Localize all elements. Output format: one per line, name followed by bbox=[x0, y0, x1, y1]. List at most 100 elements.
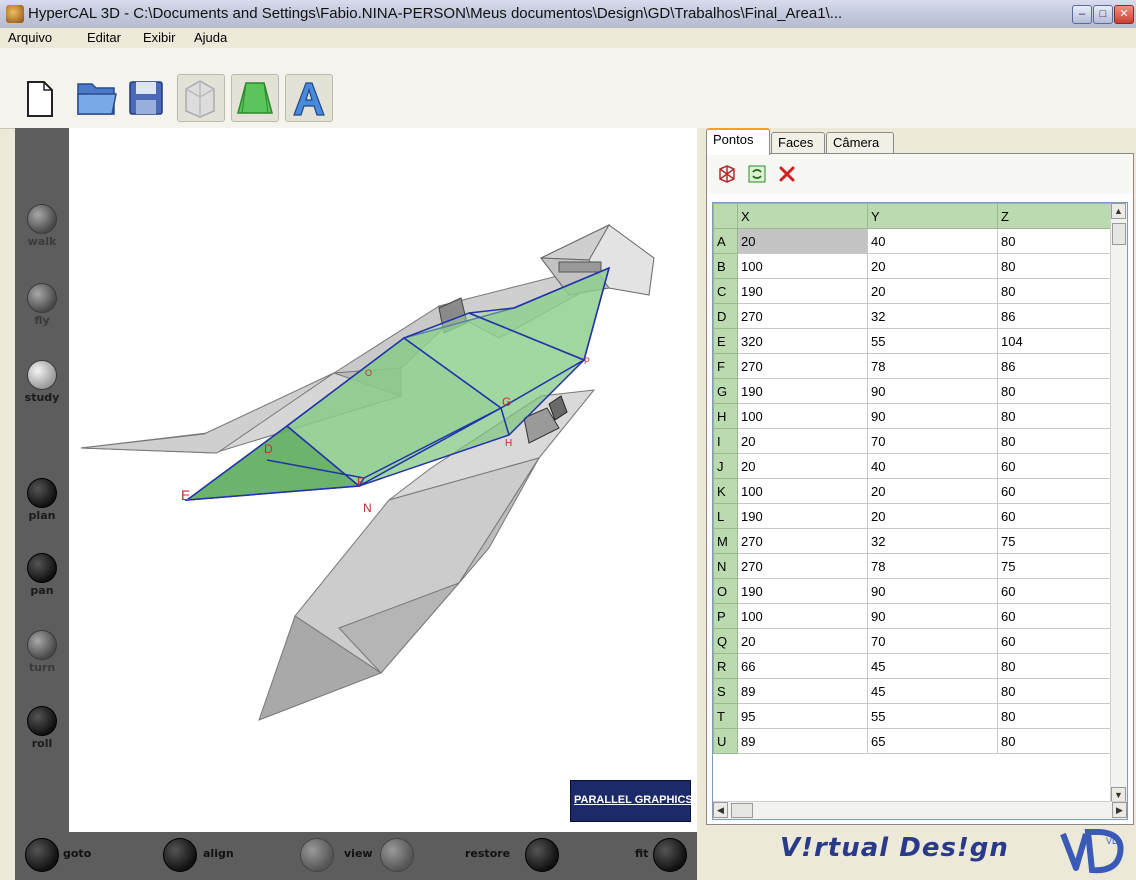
new-file-button[interactable] bbox=[20, 74, 66, 120]
table-row[interactable]: S 89 45 80 bbox=[713, 678, 1111, 704]
row-header[interactable]: I bbox=[713, 428, 738, 454]
horizontal-scrollbar[interactable]: ◀ ▶ bbox=[713, 801, 1127, 819]
menu-exibir[interactable]: Exibir bbox=[143, 30, 176, 45]
table-row[interactable]: E 320 55 104 bbox=[713, 328, 1111, 354]
cell-x[interactable]: 270 bbox=[737, 303, 868, 329]
cell-x[interactable]: 190 bbox=[737, 578, 868, 604]
row-header[interactable]: K bbox=[713, 478, 738, 504]
cell-y[interactable]: 45 bbox=[867, 653, 998, 679]
cell-y[interactable]: 55 bbox=[867, 328, 998, 354]
fly-button[interactable]: fly bbox=[15, 283, 69, 327]
cell-y[interactable]: 90 bbox=[867, 603, 998, 629]
cell-z[interactable]: 104 bbox=[997, 328, 1111, 354]
cell-y[interactable]: 70 bbox=[867, 628, 998, 654]
cell-x[interactable]: 270 bbox=[737, 353, 868, 379]
table-row[interactable]: O 190 90 60 bbox=[713, 578, 1111, 604]
cell-y[interactable]: 70 bbox=[867, 428, 998, 454]
roll-button[interactable]: roll bbox=[15, 706, 69, 750]
view-text-button[interactable] bbox=[285, 74, 333, 122]
cell-z[interactable]: 80 bbox=[997, 428, 1111, 454]
cell-y[interactable]: 20 bbox=[867, 278, 998, 304]
cell-y[interactable]: 20 bbox=[867, 503, 998, 529]
row-header[interactable]: E bbox=[713, 328, 738, 354]
cell-x[interactable]: 100 bbox=[737, 478, 868, 504]
view-solid-button[interactable] bbox=[231, 74, 279, 122]
menu-editar[interactable]: Editar bbox=[87, 30, 121, 45]
row-header[interactable]: H bbox=[713, 403, 738, 429]
scroll-up-icon[interactable]: ▲ bbox=[1111, 203, 1126, 219]
cell-x[interactable]: 95 bbox=[737, 703, 868, 729]
column-header-x[interactable]: X bbox=[737, 203, 868, 229]
view-button[interactable]: view bbox=[300, 838, 415, 872]
cell-z[interactable]: 86 bbox=[997, 353, 1111, 379]
cell-z[interactable]: 80 bbox=[997, 278, 1111, 304]
save-file-button[interactable] bbox=[124, 74, 170, 120]
cell-y[interactable]: 90 bbox=[867, 578, 998, 604]
minimize-button[interactable]: – bbox=[1072, 5, 1092, 24]
cell-z[interactable]: 60 bbox=[997, 503, 1111, 529]
cell-z[interactable]: 80 bbox=[997, 403, 1111, 429]
cell-x[interactable]: 100 bbox=[737, 603, 868, 629]
hscroll-thumb[interactable] bbox=[731, 803, 753, 818]
cell-x[interactable]: 66 bbox=[737, 653, 868, 679]
cell-x[interactable]: 20 bbox=[737, 628, 868, 654]
row-header[interactable]: U bbox=[713, 728, 738, 754]
row-header[interactable]: G bbox=[713, 378, 738, 404]
column-header-y[interactable]: Y bbox=[867, 203, 998, 229]
cell-y[interactable]: 40 bbox=[867, 453, 998, 479]
cell-y[interactable]: 65 bbox=[867, 728, 998, 754]
table-row[interactable]: Q 20 70 60 bbox=[713, 628, 1111, 654]
table-row[interactable]: M 270 32 75 bbox=[713, 528, 1111, 554]
table-row[interactable]: D 270 32 86 bbox=[713, 303, 1111, 329]
cell-z[interactable]: 75 bbox=[997, 553, 1111, 579]
cell-x[interactable]: 320 bbox=[737, 328, 868, 354]
cell-z[interactable]: 60 bbox=[997, 578, 1111, 604]
column-header-z[interactable]: Z bbox=[997, 203, 1111, 229]
cell-z[interactable]: 80 bbox=[997, 728, 1111, 754]
cell-x[interactable]: 190 bbox=[737, 503, 868, 529]
table-row[interactable]: F 270 78 86 bbox=[713, 353, 1111, 379]
table-row[interactable]: J 20 40 60 bbox=[713, 453, 1111, 479]
table-row[interactable]: N 270 78 75 bbox=[713, 553, 1111, 579]
menu-arquivo[interactable]: Arquivo bbox=[8, 30, 52, 45]
fit-button[interactable]: fit bbox=[635, 838, 695, 872]
cell-z[interactable]: 75 bbox=[997, 528, 1111, 554]
cell-y[interactable]: 90 bbox=[867, 378, 998, 404]
row-header[interactable]: F bbox=[713, 353, 738, 379]
cell-x[interactable]: 100 bbox=[737, 253, 868, 279]
cell-x[interactable]: 20 bbox=[737, 228, 868, 254]
scroll-thumb[interactable] bbox=[1112, 223, 1126, 245]
cell-z[interactable]: 80 bbox=[997, 653, 1111, 679]
goto-button[interactable]: goto bbox=[25, 838, 105, 872]
restore-button[interactable]: restore bbox=[465, 838, 560, 872]
maximize-button[interactable]: □ bbox=[1093, 5, 1113, 24]
close-button[interactable]: ✕ bbox=[1114, 5, 1134, 24]
refresh-button[interactable] bbox=[747, 164, 767, 184]
turn-button[interactable]: turn bbox=[15, 630, 69, 674]
cell-y[interactable]: 78 bbox=[867, 353, 998, 379]
table-row[interactable]: L 190 20 60 bbox=[713, 503, 1111, 529]
cell-y[interactable]: 20 bbox=[867, 253, 998, 279]
scroll-right-icon[interactable]: ▶ bbox=[1112, 802, 1127, 818]
cell-x[interactable]: 190 bbox=[737, 278, 868, 304]
row-header[interactable]: P bbox=[713, 603, 738, 629]
row-header[interactable]: A bbox=[713, 228, 738, 254]
3d-viewport[interactable]: E D F G H N O P PARALLEL GRAPHICS bbox=[69, 128, 697, 832]
menu-ajuda[interactable]: Ajuda bbox=[194, 30, 227, 45]
cell-z[interactable]: 60 bbox=[997, 478, 1111, 504]
table-row[interactable]: I 20 70 80 bbox=[713, 428, 1111, 454]
pan-button[interactable]: pan bbox=[15, 553, 69, 597]
cell-z[interactable]: 80 bbox=[997, 678, 1111, 704]
table-row[interactable]: G 190 90 80 bbox=[713, 378, 1111, 404]
table-row[interactable]: C 190 20 80 bbox=[713, 278, 1111, 304]
cell-z[interactable]: 80 bbox=[997, 228, 1111, 254]
cell-z[interactable]: 60 bbox=[997, 628, 1111, 654]
table-row[interactable]: P 100 90 60 bbox=[713, 603, 1111, 629]
row-header[interactable]: M bbox=[713, 528, 738, 554]
cell-z[interactable]: 80 bbox=[997, 703, 1111, 729]
cell-x[interactable]: 89 bbox=[737, 728, 868, 754]
align-button[interactable]: align bbox=[163, 838, 243, 872]
cell-y[interactable]: 20 bbox=[867, 478, 998, 504]
cell-y[interactable]: 55 bbox=[867, 703, 998, 729]
row-header[interactable]: O bbox=[713, 578, 738, 604]
